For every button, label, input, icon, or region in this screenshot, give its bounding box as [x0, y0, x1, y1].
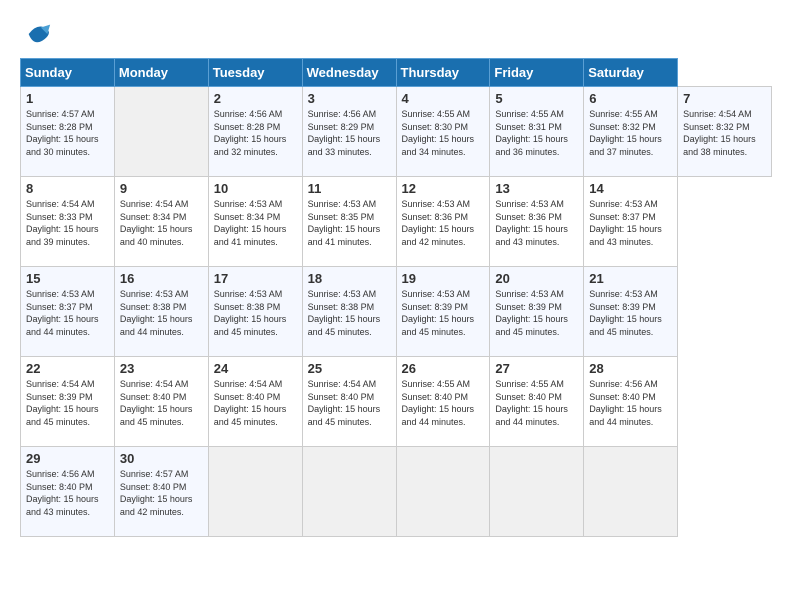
calendar-day-2: 2Sunrise: 4:56 AMSunset: 8:28 PMDaylight… [208, 87, 302, 177]
weekday-friday: Friday [490, 59, 584, 87]
empty-cell [396, 447, 490, 537]
calendar-day-25: 25Sunrise: 4:54 AMSunset: 8:40 PMDayligh… [302, 357, 396, 447]
calendar-day-19: 19Sunrise: 4:53 AMSunset: 8:39 PMDayligh… [396, 267, 490, 357]
weekday-sunday: Sunday [21, 59, 115, 87]
calendar-day-8: 8Sunrise: 4:54 AMSunset: 8:33 PMDaylight… [21, 177, 115, 267]
weekday-wednesday: Wednesday [302, 59, 396, 87]
calendar-week-5: 29Sunrise: 4:56 AMSunset: 8:40 PMDayligh… [21, 447, 772, 537]
calendar-day-6: 6Sunrise: 4:55 AMSunset: 8:32 PMDaylight… [584, 87, 678, 177]
calendar-day-9: 9Sunrise: 4:54 AMSunset: 8:34 PMDaylight… [114, 177, 208, 267]
empty-cell [208, 447, 302, 537]
calendar-day-26: 26Sunrise: 4:55 AMSunset: 8:40 PMDayligh… [396, 357, 490, 447]
calendar-day-30: 30Sunrise: 4:57 AMSunset: 8:40 PMDayligh… [114, 447, 208, 537]
calendar-day-24: 24Sunrise: 4:54 AMSunset: 8:40 PMDayligh… [208, 357, 302, 447]
calendar-day-4: 4Sunrise: 4:55 AMSunset: 8:30 PMDaylight… [396, 87, 490, 177]
empty-cell [584, 447, 678, 537]
calendar-week-1: 1Sunrise: 4:57 AMSunset: 8:28 PMDaylight… [21, 87, 772, 177]
calendar-day-20: 20Sunrise: 4:53 AMSunset: 8:39 PMDayligh… [490, 267, 584, 357]
empty-cell [114, 87, 208, 177]
weekday-thursday: Thursday [396, 59, 490, 87]
calendar-day-12: 12Sunrise: 4:53 AMSunset: 8:36 PMDayligh… [396, 177, 490, 267]
calendar-day-28: 28Sunrise: 4:56 AMSunset: 8:40 PMDayligh… [584, 357, 678, 447]
calendar-day-14: 14Sunrise: 4:53 AMSunset: 8:37 PMDayligh… [584, 177, 678, 267]
weekday-tuesday: Tuesday [208, 59, 302, 87]
logo [20, 20, 52, 48]
calendar-day-29: 29Sunrise: 4:56 AMSunset: 8:40 PMDayligh… [21, 447, 115, 537]
calendar-table: SundayMondayTuesdayWednesdayThursdayFrid… [20, 58, 772, 537]
calendar-day-10: 10Sunrise: 4:53 AMSunset: 8:34 PMDayligh… [208, 177, 302, 267]
calendar-day-16: 16Sunrise: 4:53 AMSunset: 8:38 PMDayligh… [114, 267, 208, 357]
calendar-day-27: 27Sunrise: 4:55 AMSunset: 8:40 PMDayligh… [490, 357, 584, 447]
calendar-week-3: 15Sunrise: 4:53 AMSunset: 8:37 PMDayligh… [21, 267, 772, 357]
calendar-week-2: 8Sunrise: 4:54 AMSunset: 8:33 PMDaylight… [21, 177, 772, 267]
calendar-day-1: 1Sunrise: 4:57 AMSunset: 8:28 PMDaylight… [21, 87, 115, 177]
logo-icon [24, 20, 52, 48]
calendar-day-15: 15Sunrise: 4:53 AMSunset: 8:37 PMDayligh… [21, 267, 115, 357]
calendar-day-7: 7Sunrise: 4:54 AMSunset: 8:32 PMDaylight… [678, 87, 772, 177]
weekday-saturday: Saturday [584, 59, 678, 87]
weekday-monday: Monday [114, 59, 208, 87]
empty-cell [490, 447, 584, 537]
calendar-day-5: 5Sunrise: 4:55 AMSunset: 8:31 PMDaylight… [490, 87, 584, 177]
calendar-day-22: 22Sunrise: 4:54 AMSunset: 8:39 PMDayligh… [21, 357, 115, 447]
calendar-day-11: 11Sunrise: 4:53 AMSunset: 8:35 PMDayligh… [302, 177, 396, 267]
weekday-header: SundayMondayTuesdayWednesdayThursdayFrid… [21, 59, 772, 87]
calendar-week-4: 22Sunrise: 4:54 AMSunset: 8:39 PMDayligh… [21, 357, 772, 447]
calendar-day-21: 21Sunrise: 4:53 AMSunset: 8:39 PMDayligh… [584, 267, 678, 357]
calendar-body: 1Sunrise: 4:57 AMSunset: 8:28 PMDaylight… [21, 87, 772, 537]
calendar-day-18: 18Sunrise: 4:53 AMSunset: 8:38 PMDayligh… [302, 267, 396, 357]
calendar-day-17: 17Sunrise: 4:53 AMSunset: 8:38 PMDayligh… [208, 267, 302, 357]
header [20, 20, 772, 48]
calendar-day-3: 3Sunrise: 4:56 AMSunset: 8:29 PMDaylight… [302, 87, 396, 177]
calendar-day-13: 13Sunrise: 4:53 AMSunset: 8:36 PMDayligh… [490, 177, 584, 267]
empty-cell [302, 447, 396, 537]
calendar-day-23: 23Sunrise: 4:54 AMSunset: 8:40 PMDayligh… [114, 357, 208, 447]
